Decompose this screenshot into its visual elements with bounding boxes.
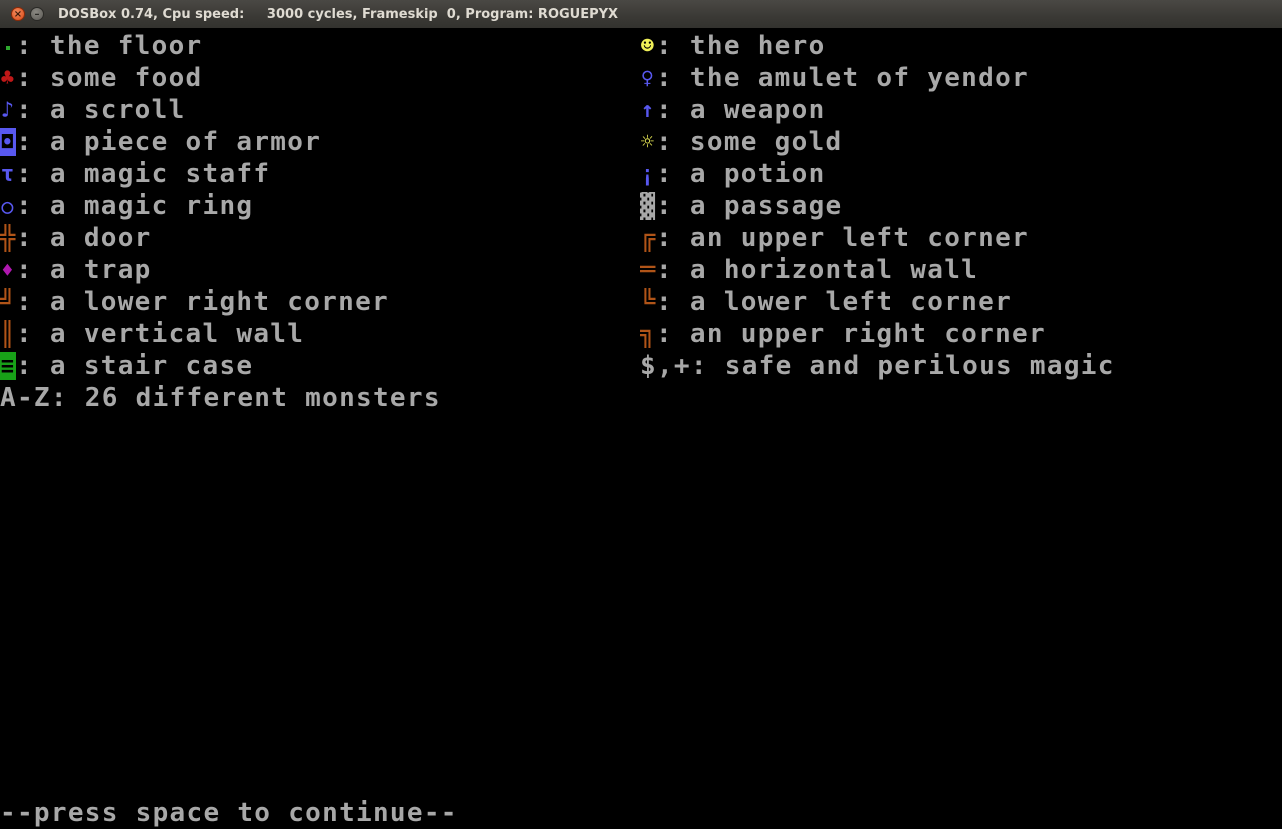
legend-text: : a vertical wall [16, 319, 305, 349]
legend-text: : some gold [656, 127, 843, 157]
legend-text: : a lower left corner [656, 287, 1013, 317]
legend-text: : the hero [656, 31, 826, 61]
legend-item-passage: ▓: a passage [640, 190, 1115, 222]
legend-text: : a magic ring [16, 191, 254, 221]
legend-item-potion: ¡: a potion [640, 158, 1115, 190]
legend-text: : a passage [656, 191, 843, 221]
legend-text: : the floor [16, 31, 203, 61]
minimize-icon[interactable]: – [30, 7, 44, 21]
legend-item-stair-case: ≡: a stair case [0, 350, 441, 382]
up-arrow-weapon-icon: ↑ [640, 97, 656, 123]
shade-passage-icon: ▓ [640, 192, 656, 220]
circle-ring-icon: ○ [1, 194, 15, 218]
legend-text: : a magic staff [16, 159, 271, 189]
legend-text: : a door [16, 223, 152, 253]
legend-right-column: ☻: the hero ♀: the amulet of yendor ↑: a… [640, 30, 1115, 382]
legend-text: : a scroll [16, 95, 186, 125]
tau-staff-icon: τ [0, 161, 16, 187]
legend-item-gold: ☼: some gold [640, 126, 1115, 158]
legend-text: : an upper right corner [656, 319, 1046, 349]
legend-text: : a potion [656, 159, 826, 189]
legend-item-magic: $,+: safe and perilous magic [640, 350, 1115, 382]
legend-text: : an upper left corner [656, 223, 1029, 253]
legend-text: : the amulet of yendor [656, 63, 1029, 93]
legend-item-trap: ♦: a trap [0, 254, 441, 286]
legend-item-amulet: ♀: the amulet of yendor [640, 62, 1115, 94]
legend-item-lower-right-corner: ╝: a lower right corner [0, 286, 441, 318]
corner-lower-right-icon: ╝ [0, 288, 16, 316]
corner-upper-left-icon: ╔ [640, 224, 656, 252]
legend-item-lower-left-corner: ╚: a lower left corner [640, 286, 1115, 318]
floor-dot-icon [0, 32, 16, 60]
legend-text: : some food [16, 63, 203, 93]
legend-text: $,+: safe and perilous magic [640, 351, 1115, 381]
legend-text: : a horizontal wall [656, 255, 979, 285]
legend-text: A-Z: 26 different monsters [0, 383, 441, 413]
legend-item-vertical-wall: ║: a vertical wall [0, 318, 441, 350]
smiley-hero-icon: ☻ [640, 33, 656, 59]
legend-item-armor: ◘: a piece of armor [0, 126, 441, 158]
continue-prompt: --press space to continue-- [0, 798, 458, 828]
legend-text: : a piece of armor [16, 127, 322, 157]
legend-item-horizontal-wall: ═: a horizontal wall [640, 254, 1115, 286]
sun-gold-icon: ☼ [640, 129, 656, 155]
dos-screen[interactable]: : the floor ♣: some food ♪: a scroll ◘: … [0, 28, 1282, 829]
window-title: DOSBox 0.74, Cpu speed: 3000 cycles, Fra… [58, 6, 619, 22]
note-scroll-icon: ♪ [0, 97, 16, 123]
legend-item-door: ╬: a door [0, 222, 441, 254]
double-horizontal-wall-icon: ═ [640, 256, 656, 284]
legend-item-upper-left-corner: ╔: an upper left corner [640, 222, 1115, 254]
close-icon[interactable]: × [11, 7, 25, 21]
legend-text: : a weapon [656, 95, 826, 125]
legend-text: : a stair case [16, 351, 254, 381]
club-food-icon: ♣ [0, 65, 16, 91]
window-titlebar[interactable]: × – DOSBox 0.74, Cpu speed: 3000 cycles,… [0, 0, 1282, 29]
legend-text: : a trap [16, 255, 152, 285]
diamond-trap-icon: ♦ [1, 258, 15, 282]
legend-item-ring: ○: a magic ring [0, 190, 441, 222]
armor-block-icon: ◘ [0, 128, 16, 156]
stair-bars-icon: ≡ [0, 352, 16, 380]
legend-item-floor: : the floor [0, 30, 441, 62]
legend-item-staff: τ: a magic staff [0, 158, 441, 190]
female-amulet-icon: ♀ [640, 65, 656, 91]
legend-left-column: : the floor ♣: some food ♪: a scroll ◘: … [0, 30, 441, 414]
legend-item-hero: ☻: the hero [640, 30, 1115, 62]
legend-item-upper-right-corner: ╗: an upper right corner [640, 318, 1115, 350]
double-vertical-wall-icon: ║ [0, 320, 16, 348]
legend-item-scroll: ♪: a scroll [0, 94, 441, 126]
corner-upper-right-icon: ╗ [640, 320, 656, 348]
legend-item-monsters: A-Z: 26 different monsters [0, 382, 441, 414]
legend-text: : a lower right corner [16, 287, 389, 317]
door-cross-icon: ╬ [0, 224, 16, 252]
corner-lower-left-icon: ╚ [640, 288, 656, 316]
legend-item-food: ♣: some food [0, 62, 441, 94]
legend-item-weapon: ↑: a weapon [640, 94, 1115, 126]
exclaim-potion-icon: ¡ [640, 161, 656, 187]
